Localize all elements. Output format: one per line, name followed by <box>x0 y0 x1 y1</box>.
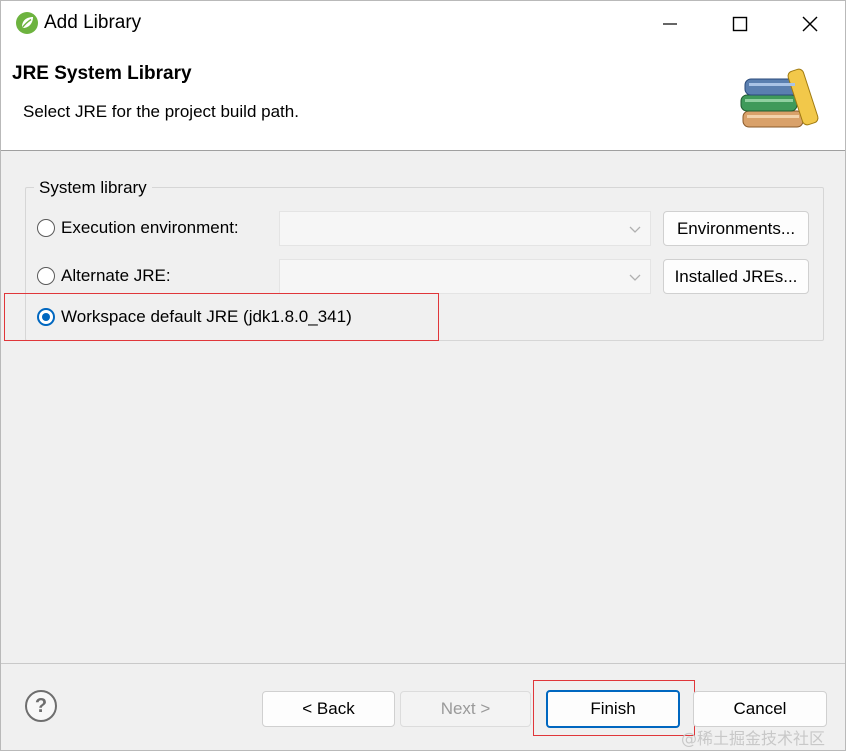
close-icon <box>802 16 818 32</box>
execution-environment-combo[interactable] <box>279 211 651 246</box>
banner-description: Select JRE for the project build path. <box>23 102 299 121</box>
execution-environment-option[interactable]: Execution environment: <box>37 218 239 238</box>
maximize-icon <box>732 16 748 32</box>
chevron-down-icon <box>629 226 641 233</box>
banner-title: JRE System Library <box>12 63 192 84</box>
close-button[interactable] <box>775 1 845 47</box>
cancel-button[interactable]: Cancel <box>693 691 827 727</box>
environments-button[interactable]: Environments... <box>663 211 809 246</box>
chevron-down-icon <box>629 274 641 281</box>
next-button[interactable]: Next > <box>400 691 531 727</box>
watermark-text: @稀土掘金技术社区 <box>681 729 826 748</box>
help-icon[interactable]: ? <box>25 690 57 722</box>
group-title: System library <box>34 178 152 198</box>
alternate-jre-radio[interactable] <box>37 267 55 285</box>
window-title: Add Library <box>44 12 142 33</box>
execution-environment-radio[interactable] <box>37 219 55 237</box>
spring-leaf-icon <box>16 12 38 34</box>
alternate-jre-label: Alternate JRE: <box>61 266 171 285</box>
highlight-box-finish <box>533 680 695 736</box>
maximize-button[interactable] <box>705 1 775 47</box>
minimize-button[interactable] <box>635 1 705 47</box>
highlight-box-workspace-jre <box>4 293 439 341</box>
back-button[interactable]: < Back <box>262 691 395 727</box>
add-library-dialog: Add Library JRE System Library Select JR… <box>0 0 846 751</box>
title-bar: Add Library <box>1 1 845 47</box>
alternate-jre-option[interactable]: Alternate JRE: <box>37 266 171 286</box>
wizard-banner: JRE System Library Select JRE for the pr… <box>1 47 845 151</box>
footer-separator <box>1 663 845 664</box>
minimize-icon <box>663 23 677 25</box>
books-icon <box>740 68 819 128</box>
installed-jres-button[interactable]: Installed JREs... <box>663 259 809 294</box>
alternate-jre-combo[interactable] <box>279 259 651 294</box>
execution-environment-label: Execution environment: <box>61 218 239 237</box>
